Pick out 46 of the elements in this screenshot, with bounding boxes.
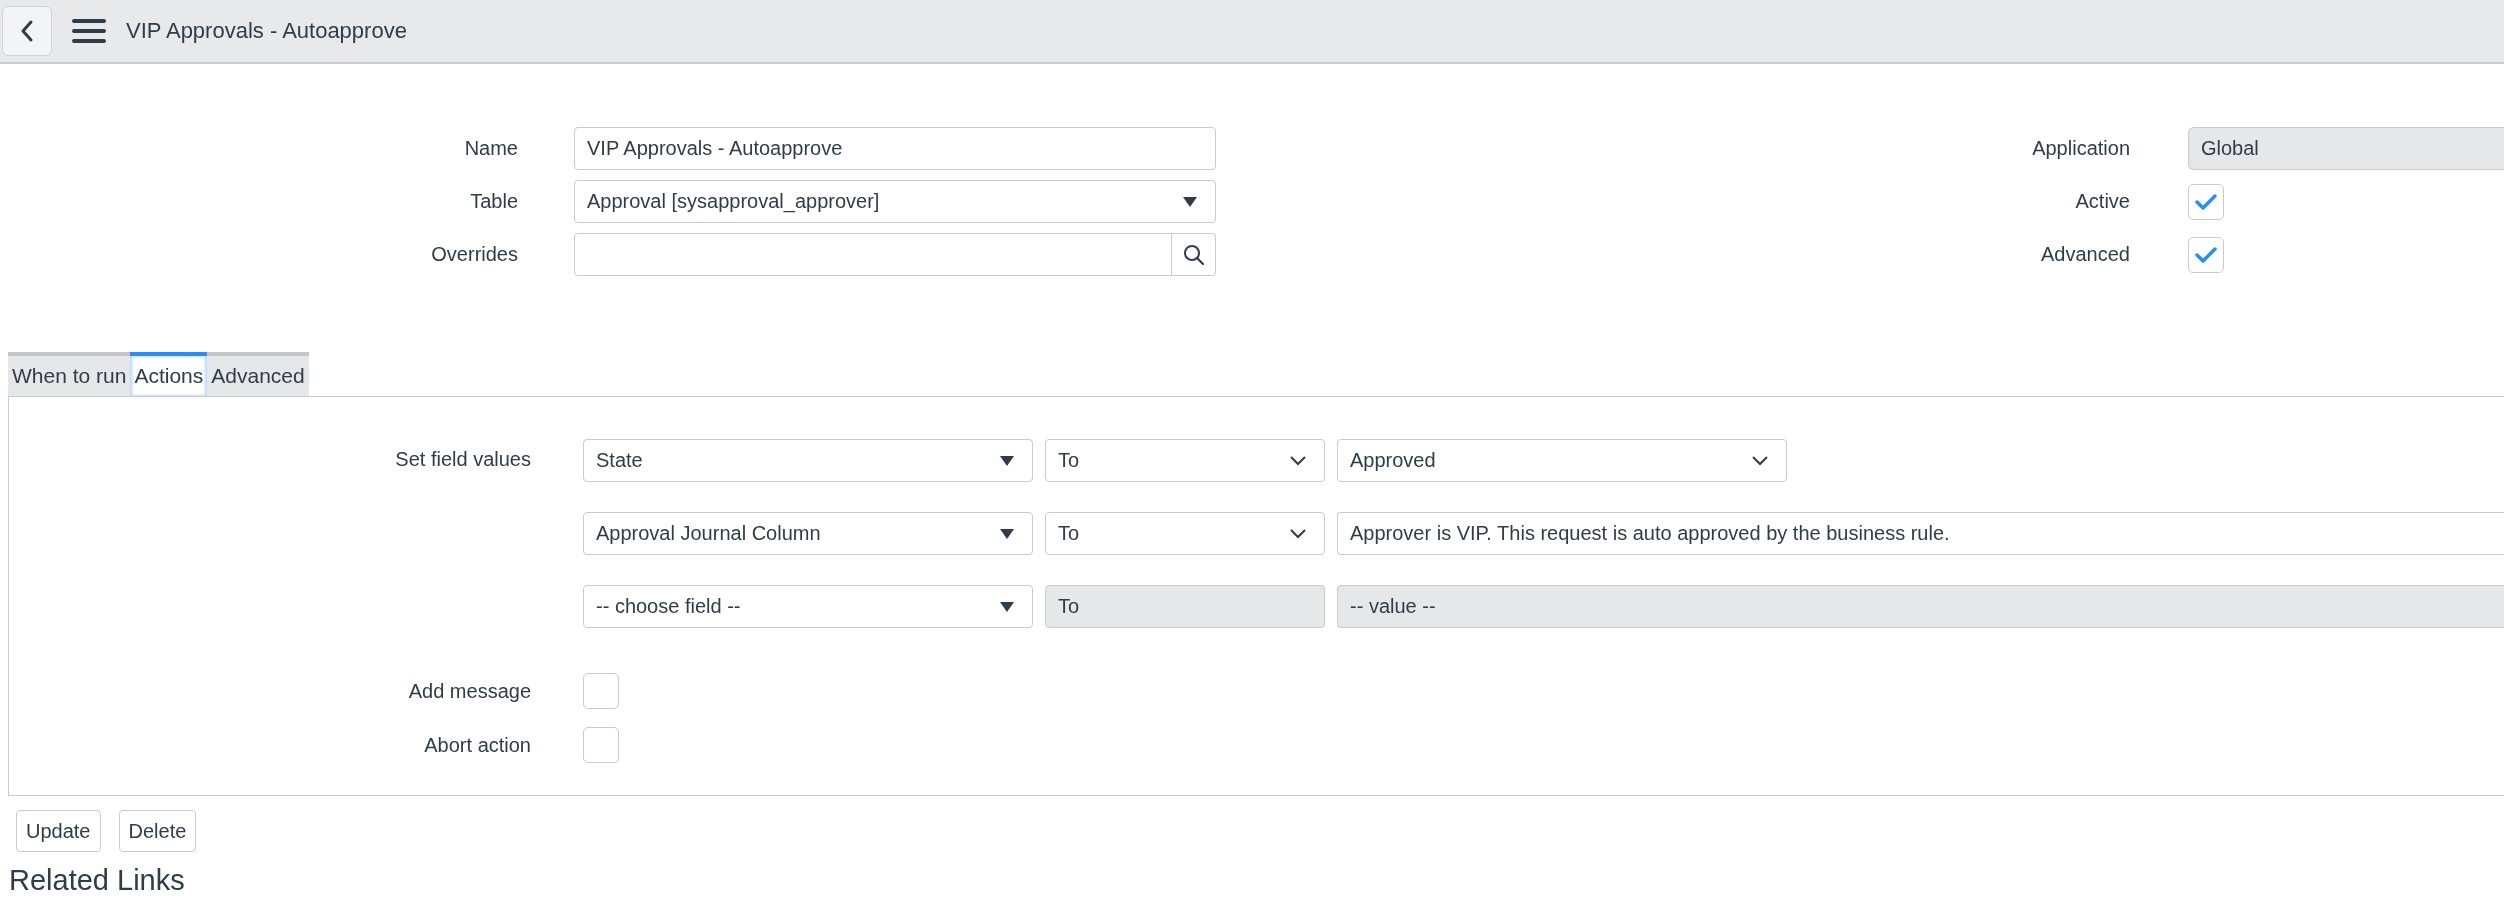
field-label: Application [2031,137,2130,160]
value-field[interactable]: Approver is VIP. This request is auto approved by the business rule. [1337,512,2504,555]
operator-select[interactable]: To [1045,439,1325,482]
checkbox[interactable] [2188,183,2224,220]
dropdown-triangle-icon [1000,528,1014,539]
field-label: Table [469,190,518,213]
checkmark-icon [2194,191,2218,212]
operator-select: To [1045,585,1325,628]
dropdown-triangle-icon [1000,601,1014,612]
operator-select[interactable]: To [1045,512,1325,555]
field-select[interactable]: Approval Journal Column [583,512,1033,555]
field-label: Active [2074,190,2130,213]
option-label: Abort action [423,733,531,757]
value-select[interactable]: Approved [1337,439,1787,482]
update-button[interactable]: Update [16,810,101,852]
name-field[interactable]: VIP Approvals - Autoapprove [574,127,1216,170]
section-heading: Related Links [9,864,186,897]
page-title: VIP Approvals - Autoapprove [126,18,407,44]
dropdown-triangle-icon [1183,196,1197,207]
search-button[interactable] [1172,233,1216,276]
menu-icon[interactable] [72,18,106,44]
field-label: Advanced [2040,243,2130,266]
delete-button[interactable]: Delete [118,810,197,852]
chevron-down-icon [1752,455,1768,466]
field-select[interactable]: State [583,439,1033,482]
back-chevron-icon [19,19,35,43]
tab[interactable]: Advanced [207,352,309,396]
chevron-down-icon [1290,528,1306,539]
checkmark-icon [2194,244,2218,265]
field-label: Overrides [430,243,518,266]
table-select[interactable]: Approval [sysapproval_approver] [574,180,1216,223]
value-field: -- value -- [1337,585,2504,628]
overrides-field[interactable] [574,233,1172,276]
application-field: Global [2188,127,2504,170]
field-label: Set field values [394,447,531,471]
checkbox[interactable] [583,727,619,763]
search-icon [1182,243,1205,266]
checkbox[interactable] [2188,236,2224,273]
back-button[interactable] [2,6,52,56]
checkbox[interactable] [583,673,619,709]
chevron-down-icon [1290,455,1306,466]
dropdown-triangle-icon [1000,455,1014,466]
field-label: Name [463,137,518,160]
tab[interactable]: When to run [8,352,131,396]
tab[interactable]: Actions [130,352,208,396]
option-label: Add message [407,679,531,703]
